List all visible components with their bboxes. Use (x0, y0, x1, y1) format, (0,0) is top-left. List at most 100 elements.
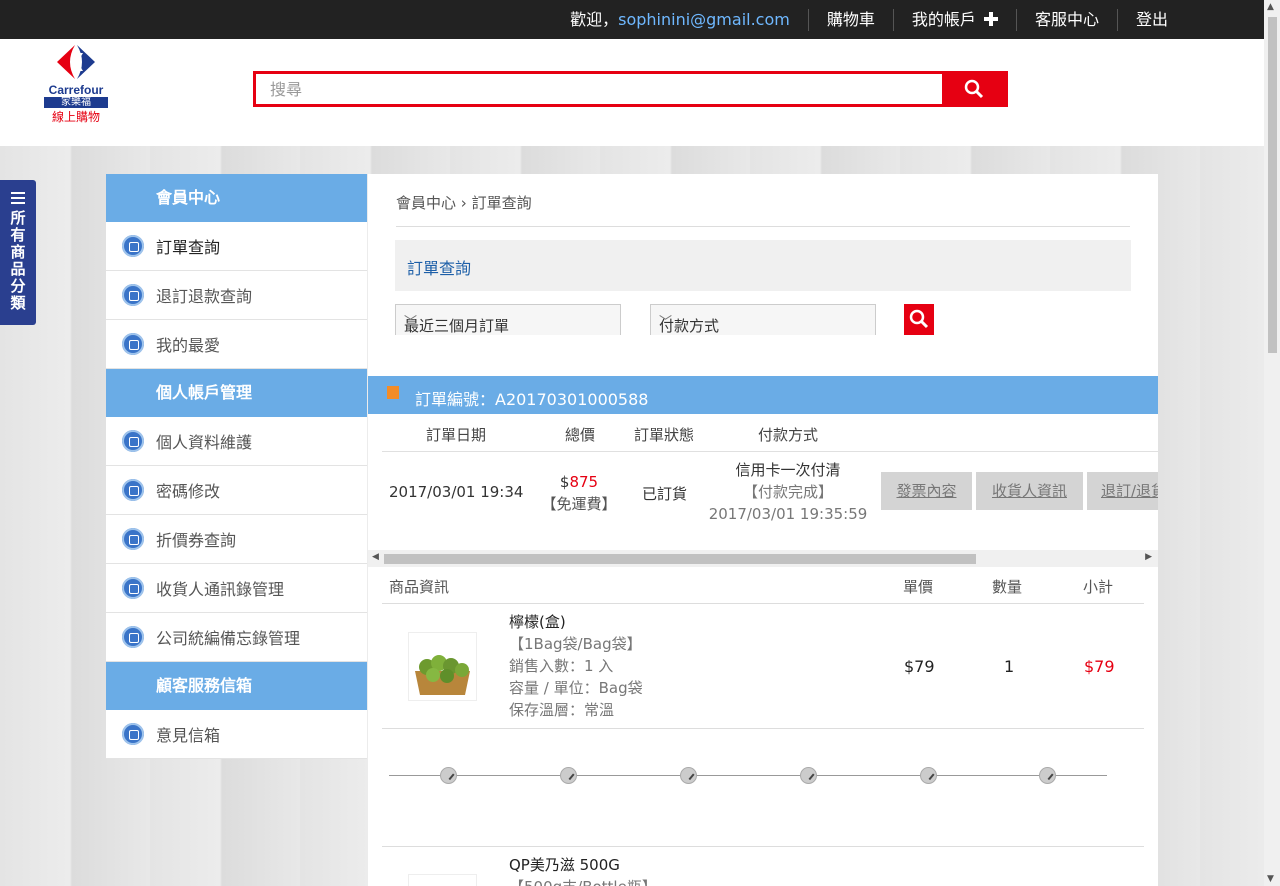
scroll-right-icon[interactable]: ▶ (1145, 552, 1152, 562)
customer-service-link[interactable]: 客服中心 (1015, 8, 1117, 31)
product-storage: 保存溫層：常溫 (509, 701, 615, 719)
order-total-value: 875 (569, 473, 599, 491)
header-status: 訂單狀態 (634, 426, 695, 444)
scrollbar-thumb[interactable] (1268, 17, 1277, 353)
sidebar-item-label: 折價券查詢 (156, 531, 237, 550)
search-button[interactable] (942, 71, 1006, 107)
sidebar-section-account: 個人帳戶管理 (106, 369, 367, 417)
sidebar-item-label: 公司統編備忘錄管理 (156, 629, 301, 648)
refund-icon (122, 284, 144, 306)
carrefour-logo[interactable]: Carrefour 家樂福 線上購物 (44, 43, 108, 125)
progress-step-knob[interactable] (560, 767, 577, 784)
scroll-up-icon[interactable]: ▲ (1267, 2, 1274, 12)
search-icon (964, 79, 984, 99)
product-sale-unit: 銷售入數：1 入 (509, 657, 614, 675)
sidebar-item-label: 密碼修改 (156, 482, 221, 501)
payment-method: 信用卡一次付清 (735, 461, 841, 479)
product-package: 【1Bag袋/Bag袋】 (509, 635, 642, 653)
order-status: 已訂貨 (642, 485, 688, 503)
scroll-down-icon[interactable]: ▼ (1267, 874, 1274, 884)
horizontal-scrollbar[interactable]: ◀ ▶ (368, 550, 1158, 567)
top-bar: 歡迎，sophinini@gmail.com 購物車 我的帳戶 客服中心 登出 (0, 0, 1264, 39)
product-quantity: 1 (1004, 657, 1015, 676)
order-total: $875 【免運費】 (536, 471, 622, 515)
page-scrollbar[interactable]: ▲ ▼ (1264, 0, 1280, 886)
breadcrumb-separator: › (460, 194, 467, 212)
invoice-button[interactable]: 發票內容 (881, 472, 972, 510)
order-progress-track (389, 775, 1107, 776)
sidebar-item-coupons[interactable]: 折價券查詢 (106, 515, 367, 564)
product-name[interactable]: 檸檬(盒) (509, 611, 643, 633)
payment-select[interactable]: 付款方式 ﹀ (650, 304, 876, 335)
sidebar-item-profile[interactable]: 個人資料維護 (106, 417, 367, 466)
lock-icon (122, 479, 144, 501)
logo-online-text: 線上購物 (51, 110, 100, 124)
page-title-box: 訂單查詢 (395, 240, 1131, 291)
product-details: 檸檬(盒) 【1Bag袋/Bag袋】 銷售入數：1 入 容量 / 單位：Bag袋… (509, 611, 643, 721)
my-account-link[interactable]: 我的帳戶 (892, 8, 1016, 31)
search-input[interactable] (256, 74, 972, 104)
carrefour-logo-mark (51, 43, 101, 81)
sidebar-item-label: 個人資料維護 (156, 433, 253, 452)
sidebar-item-password[interactable]: 密碼修改 (106, 466, 367, 515)
product-package: 【500g支/Bottle瓶】 (509, 876, 657, 886)
progress-step-knob[interactable] (440, 767, 457, 784)
progress-step-knob[interactable] (1039, 767, 1056, 784)
sidebar-item-label: 我的最愛 (156, 336, 221, 355)
period-select[interactable]: 最近三個月訂單 ﹀ (395, 304, 621, 335)
cart-link[interactable]: 購物車 (807, 8, 893, 31)
divider (382, 846, 1144, 847)
order-number: 訂單編號：A20170301000588 (415, 390, 649, 409)
scroll-left-icon[interactable]: ◀ (372, 552, 379, 562)
payment-info: 信用卡一次付清 【付款完成】 2017/03/01 19:35:59 (708, 459, 868, 525)
order-date: 2017/03/01 19:34 (389, 483, 524, 501)
progress-step-knob[interactable] (800, 767, 817, 784)
address-book-icon (122, 577, 144, 599)
header-payment: 付款方式 (758, 426, 819, 444)
cancel-return-button[interactable]: 退訂/退貨 (1087, 472, 1158, 510)
header-total: 總價 (565, 426, 596, 444)
payment-time: 2017/03/01 19:35:59 (708, 505, 868, 523)
sidebar-section-member: 會員中心 (106, 174, 367, 222)
search-icon (909, 309, 929, 329)
sidebar-item-feedback[interactable]: 意見信箱 (106, 710, 367, 759)
sidebar-item-refund-query[interactable]: 退訂退款查詢 (106, 271, 367, 320)
breadcrumb-root[interactable]: 會員中心 (396, 194, 456, 212)
product-name[interactable]: QP美乃滋 500G (509, 854, 657, 876)
breadcrumb: 會員中心 › 訂單查詢 (396, 192, 532, 213)
sidebar-item-address-book[interactable]: 收貨人通訊錄管理 (106, 564, 367, 613)
order-number-bar: 訂單編號：A20170301000588 (368, 376, 1158, 414)
heart-icon (122, 333, 144, 355)
header-product-info: 商品資訊 (389, 578, 450, 596)
shipping-note: 【免運費】 (541, 495, 617, 513)
product-image[interactable] (408, 874, 477, 886)
top-links: 歡迎，sophinini@gmail.com 購物車 我的帳戶 客服中心 登出 (552, 0, 1186, 39)
my-account-label: 我的帳戶 (911, 9, 976, 29)
sidebar-item-label: 退訂退款查詢 (156, 287, 253, 306)
progress-step-knob[interactable] (920, 767, 937, 784)
query-button[interactable] (904, 304, 934, 335)
product-details: QP美乃滋 500G 【500g支/Bottle瓶】 (509, 854, 657, 886)
header-order-date: 訂單日期 (426, 426, 487, 444)
sidebar-item-order-query[interactable]: 訂單查詢 (106, 222, 367, 271)
scrollbar-thumb[interactable] (384, 554, 976, 564)
divider (382, 603, 1144, 604)
header-subtotal: 小計 (1083, 578, 1114, 596)
welcome-label: 歡迎， (570, 9, 619, 29)
logo-sub-text: 家樂福 (44, 97, 108, 108)
product-image[interactable] (408, 632, 477, 701)
all-categories-tab[interactable]: 所有商品分類 (0, 180, 36, 325)
chevron-down-icon: ﹀ (404, 315, 418, 330)
progress-step-knob[interactable] (680, 767, 697, 784)
sidebar-item-company-memo[interactable]: 公司統編備忘錄管理 (106, 613, 367, 662)
search-bar (253, 71, 1008, 107)
user-email[interactable]: sophinini@gmail.com (618, 10, 790, 29)
search-icon (122, 235, 144, 257)
product-capacity: 容量 / 單位：Bag袋 (509, 679, 643, 697)
logout-link[interactable]: 登出 (1116, 8, 1186, 31)
receiver-info-button[interactable]: 收貨人資訊 (976, 472, 1083, 510)
divider (382, 728, 1144, 729)
main-content: 會員中心 › 訂單查詢 訂單查詢 最近三個月訂單 ﹀ 付款方式 ﹀ 訂單編號：A… (368, 174, 1158, 886)
product-unit-price: $79 (904, 657, 935, 676)
sidebar-item-favorites[interactable]: 我的最愛 (106, 320, 367, 369)
